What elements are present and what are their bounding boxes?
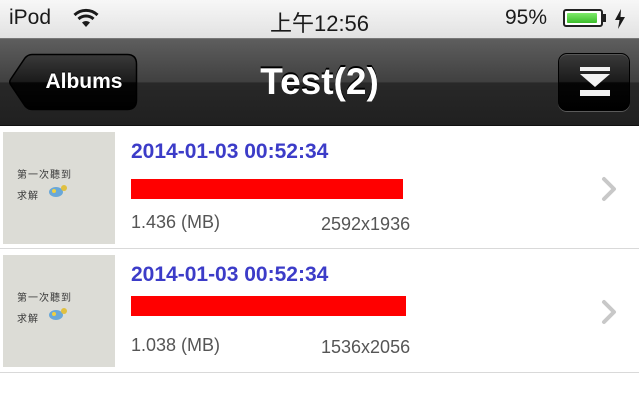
sprite-icon: [49, 185, 67, 197]
back-button-label: Albums: [45, 70, 123, 93]
navigation-bar: Albums Test(2): [0, 38, 639, 126]
thumbnail-caption: 第一次聽到: [17, 293, 72, 304]
charging-bolt-icon: [615, 9, 625, 29]
redacted-detail: [131, 179, 403, 199]
download-button[interactable]: [558, 53, 630, 111]
list-item[interactable]: 第一次聽到 求解 2014-01-03 00:52:34 1.038 (MB) …: [0, 249, 639, 373]
image-dimensions: 1536x2056: [321, 337, 411, 357]
photo-date: 2014-01-03 00:52:34: [131, 140, 329, 163]
chevron-right-icon: [602, 300, 616, 324]
photo-thumbnail: 第一次聽到 求解: [3, 255, 115, 367]
file-size: 1.436 (MB): [131, 212, 221, 232]
thumbnail-caption: 求解: [17, 314, 39, 325]
list-item[interactable]: 第一次聽到 求解 2014-01-03 00:52:34 1.436 (MB) …: [0, 126, 639, 249]
page-title: Test(2): [260, 61, 379, 102]
photo-date: 2014-01-03 00:52:34: [131, 263, 329, 286]
battery-icon: [563, 9, 603, 27]
redacted-detail: [131, 296, 406, 316]
status-bar: iPod 上午12:56 95%: [0, 0, 639, 38]
chevron-right-icon: [602, 177, 616, 201]
thumbnail-caption: 求解: [17, 191, 39, 202]
photo-thumbnail: 第一次聽到 求解: [3, 132, 115, 244]
albums-back-button[interactable]: Albums: [8, 53, 138, 111]
battery-percent: 95%: [505, 6, 548, 29]
battery-fill: [567, 13, 597, 23]
download-icon: [580, 67, 610, 96]
file-size: 1.038 (MB): [131, 335, 221, 355]
battery-tip: [603, 14, 606, 22]
image-dimensions: 2592x1936: [321, 214, 411, 234]
photo-list: 第一次聽到 求解 2014-01-03 00:52:34 1.436 (MB) …: [0, 126, 639, 373]
sprite-icon: [49, 308, 67, 320]
thumbnail-caption: 第一次聽到: [17, 170, 72, 181]
